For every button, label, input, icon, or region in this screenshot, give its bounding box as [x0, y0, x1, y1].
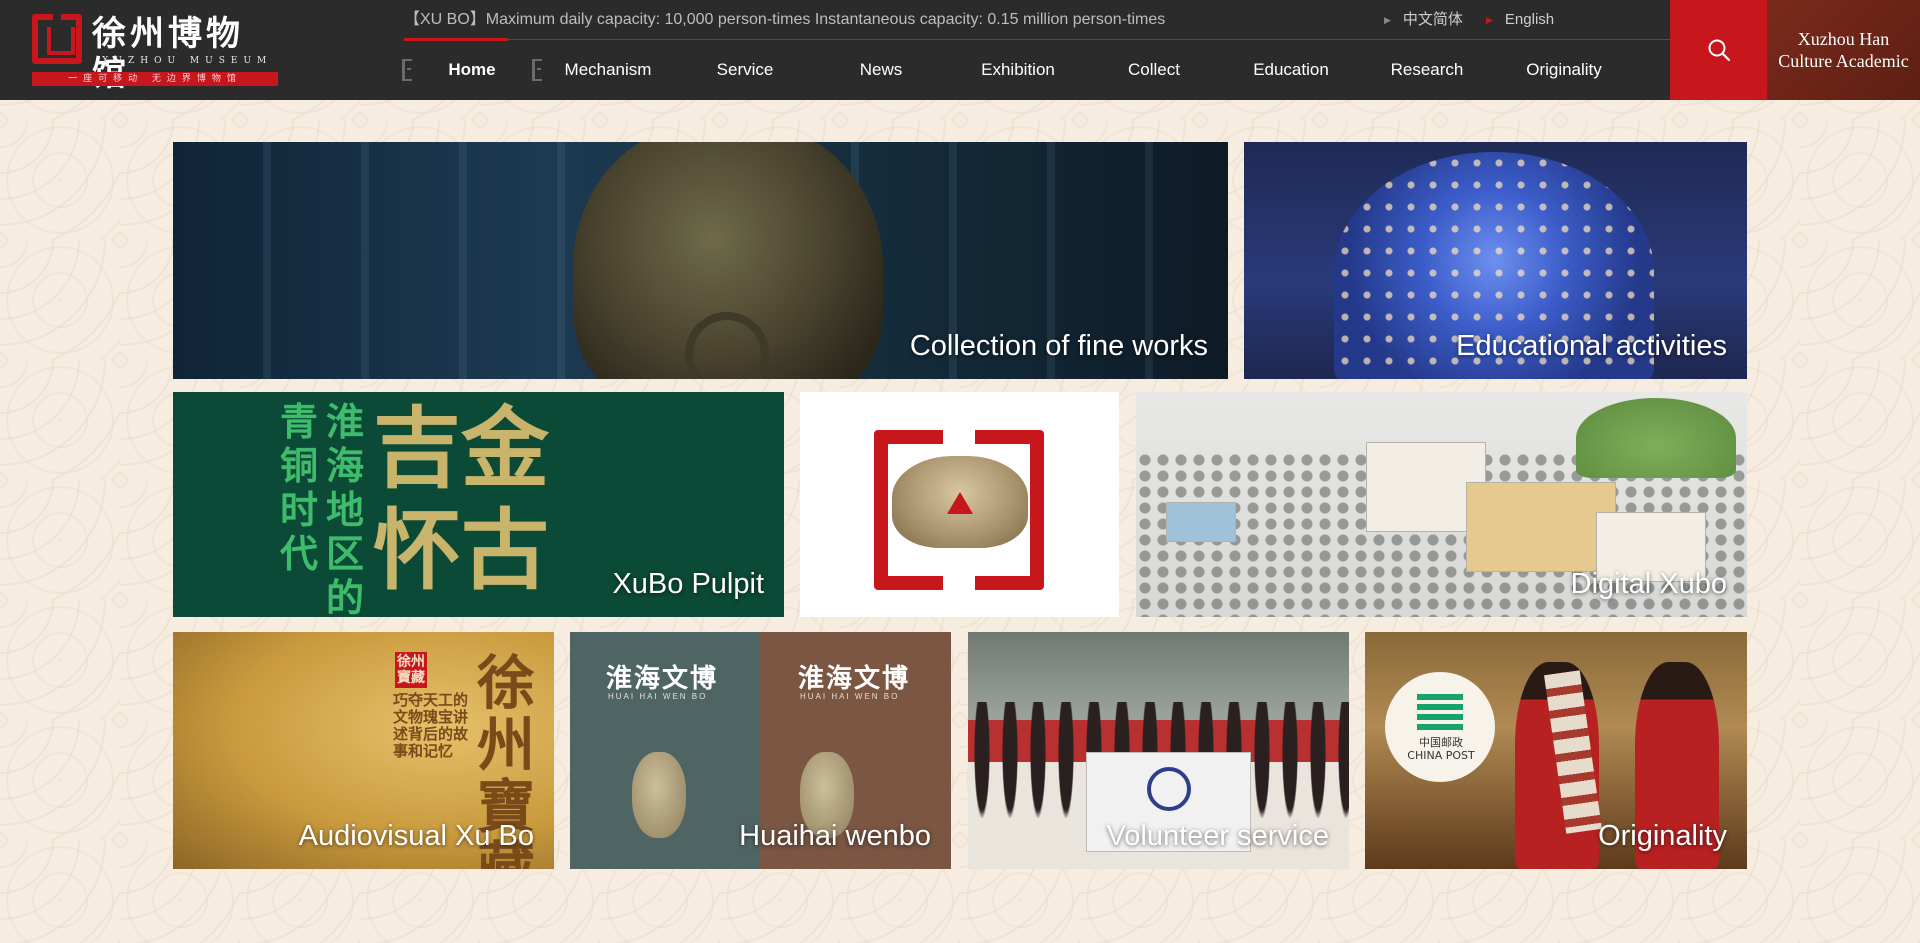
pulpit-cn-big-1: 吉金 [373, 396, 550, 500]
nav-service[interactable]: Service [677, 52, 813, 88]
pulpit-cn-column-2: 淮海地区的 [325, 399, 364, 618]
header-divider [404, 38, 1670, 41]
jade-ornament-image [632, 752, 686, 838]
lang-english-label: English [1504, 11, 1555, 28]
tile-audiovisual-label: Audiovisual Xu Bo [298, 820, 534, 852]
tile-education[interactable]: Educational activities [1244, 142, 1747, 379]
tile-pulpit-label: XuBo Pulpit [612, 568, 764, 600]
emblem-gap-bottom [943, 574, 975, 600]
china-post-logo-icon [1417, 694, 1463, 730]
academic-line-1: Xuzhou Han [1797, 29, 1890, 49]
nav-mechanism[interactable]: Mechanism [540, 52, 676, 88]
book-title-right: 淮海文博 [798, 664, 911, 694]
capacity-notice: 【XU BO】Maximum daily capacity: 10,000 pe… [404, 11, 1166, 28]
pulpit-cn-big-2: 怀古 [373, 498, 550, 602]
lang-chinese[interactable]: ▶ 中文简体 [1384, 9, 1463, 31]
nav-home[interactable]: Home [404, 52, 540, 88]
site-header: 徐州博物馆 XUZHOU MUSEUM 一座可移动 无边界博物馆 【XU BO】… [0, 0, 1920, 100]
china-post-text: 中国邮政 CHINA POST [1401, 736, 1481, 762]
audio-seal: 徐州寶藏 [395, 652, 427, 688]
tile-huaihai[interactable]: 淮海文博 HUAI HAI WEN BO 淮海文博 HUAI HAI WEN B… [570, 632, 951, 869]
tile-originality-label: Originality [1598, 820, 1727, 852]
main-nav: Home Mechanism Service News Exhibition C… [0, 52, 1920, 88]
triangle-right-icon: ▶ [1384, 15, 1391, 25]
tile-collection-label: Collection of fine works [909, 330, 1208, 362]
china-post-en: CHINA POST [1407, 749, 1475, 762]
nav-research[interactable]: Research [1359, 52, 1495, 88]
tile-volunteer[interactable]: Volunteer service [968, 632, 1349, 869]
book-sub-right: HUAI HAI WEN BO [800, 692, 900, 701]
triangle-right-icon: ▶ [1486, 15, 1493, 25]
tile-collection[interactable]: Collection of fine works [173, 142, 1228, 379]
china-post-cn: 中国邮政 [1419, 736, 1463, 749]
tile-huaihai-label: Huaihai wenbo [739, 820, 931, 852]
lang-chinese-label: 中文简体 [1402, 11, 1463, 28]
tile-pulpit[interactable]: 青铜时代 淮海地区的 吉金 怀古 XuBo Pulpit [173, 392, 784, 617]
tile-volunteer-label: Volunteer service [1106, 820, 1329, 852]
volunteer-logo-icon [1147, 767, 1191, 811]
nav-news[interactable]: News [813, 52, 949, 88]
tile-digital-label: Digital Xubo [1570, 568, 1727, 600]
tile-originality[interactable]: 中国邮政 CHINA POST Originality [1365, 632, 1747, 869]
academic-line-2: Culture Academic [1778, 51, 1909, 71]
book-title-left: 淮海文博 [606, 664, 719, 694]
search-button[interactable] [1670, 0, 1767, 100]
book-cover-left: 淮海文博 HUAI HAI WEN BO [570, 632, 760, 869]
tile-education-label: Educational activities [1456, 330, 1727, 362]
emblem-gap-top [943, 422, 975, 448]
pool-shape [1166, 502, 1236, 542]
building-shape [1466, 482, 1616, 572]
tile-digital[interactable]: Digital Xubo [1136, 392, 1747, 617]
pulpit-cn-column-1: 青铜时代 [279, 399, 318, 576]
audio-cn-small: 巧夺天工的文物瑰宝讲述背后的故事和记忆 [393, 691, 469, 760]
nav-originality[interactable]: Originality [1496, 52, 1632, 88]
lang-english[interactable]: ▶ English [1486, 9, 1554, 31]
book-sub-left: HUAI HAI WEN BO [608, 692, 708, 701]
nav-exhibition[interactable]: Exhibition [950, 52, 1086, 88]
nav-education[interactable]: Education [1223, 52, 1359, 88]
green-hill-shape [1576, 398, 1736, 478]
tile-museum-emblem[interactable] [800, 392, 1119, 617]
emblem-triangle-icon [947, 492, 973, 514]
search-icon [1708, 39, 1731, 62]
han-culture-academic-link[interactable]: Xuzhou Han Culture Academic [1767, 0, 1920, 100]
tile-audiovisual[interactable]: 徐州寶藏 巧夺天工的文物瑰宝讲述背后的故事和记忆 徐州寶藏 Audiovisua… [173, 632, 554, 869]
nav-collect[interactable]: Collect [1086, 52, 1222, 88]
